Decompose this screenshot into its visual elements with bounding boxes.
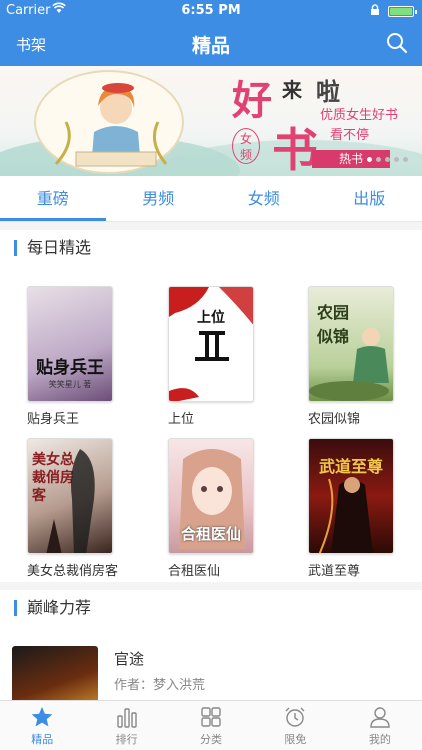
daily-picks-section: 每日精选 贴身兵王 笑笑星儿 著 贴身兵王 上位 上位 农园似锦 农园似锦 美女…	[0, 230, 422, 582]
book-author: 作者：梦入洪荒	[114, 678, 206, 693]
book-card[interactable]: 武道至尊 武道至尊	[308, 438, 418, 579]
person-icon	[370, 707, 390, 728]
book-cover[interactable]: 农园似锦	[308, 286, 394, 402]
cover-art	[318, 477, 373, 553]
bar-chart-icon	[116, 708, 137, 728]
cover-art	[46, 449, 95, 553]
book-title[interactable]: 上位	[168, 408, 278, 427]
tabbar-label: 排行	[115, 733, 138, 746]
tabbar-item-featured[interactable]: 精品	[0, 701, 84, 750]
banner-char: 啦	[316, 77, 340, 106]
carousel-dot[interactable]	[394, 157, 399, 162]
book-card[interactable]: 美女总裁俏房客 美女总裁俏房客	[27, 438, 137, 579]
book-title[interactable]: 合租医仙	[168, 560, 278, 579]
book-title[interactable]: 农园似锦	[308, 408, 418, 427]
status-bar: Carrier 6:55 PM	[0, 0, 422, 22]
nav-bar: 书架 精品	[0, 22, 422, 66]
book-cover[interactable]: 武道至尊	[308, 438, 394, 554]
banner-illustration	[34, 70, 184, 174]
tabbar-item-me[interactable]: 我的	[338, 701, 422, 750]
carousel-dot[interactable]	[367, 157, 372, 162]
tabbar-label: 我的	[368, 733, 391, 746]
carousel-dot[interactable]	[403, 157, 408, 162]
book-cover[interactable]	[12, 646, 98, 706]
list-item[interactable]: 官途 作者：梦入洪荒	[12, 646, 205, 706]
book-card[interactable]: 贴身兵王 笑笑星儿 著 贴身兵王	[27, 286, 137, 427]
cover-title: 上位	[197, 310, 225, 326]
book-card[interactable]: 农园似锦 农园似锦	[308, 286, 418, 427]
search-icon[interactable]	[386, 32, 408, 54]
tabbar-label: 分类	[200, 733, 223, 746]
bottom-tab-bar: 精品 排行 分类 限免 我的	[0, 700, 422, 750]
tab-male[interactable]: 男频	[106, 176, 212, 221]
badge-char: 频	[239, 148, 252, 162]
section-title: 巅峰力荐	[14, 600, 91, 616]
cover-art	[309, 328, 389, 401]
cover-author: 笑笑星儿 著	[48, 380, 92, 389]
star-icon	[31, 707, 53, 727]
peak-recommend-section: 巅峰力荐 官途 作者：梦入洪荒	[0, 590, 422, 706]
cover-art	[169, 287, 253, 401]
page-title: 精品	[191, 35, 230, 57]
book-cover[interactable]: 上位	[168, 286, 254, 402]
tab-heavy[interactable]: 重磅	[0, 176, 106, 221]
grid-icon	[201, 707, 221, 727]
book-cover[interactable]: 合租医仙	[168, 438, 254, 554]
carousel-dot[interactable]	[385, 157, 390, 162]
carousel-dot[interactable]	[376, 157, 381, 162]
book-cover[interactable]: 美女总裁俏房客	[27, 438, 113, 554]
banner-female-badge: 女 频	[232, 128, 260, 164]
banner-char: 来	[282, 78, 302, 102]
tab-publish[interactable]: 出版	[317, 176, 422, 221]
promo-banner[interactable]: 好 来 啦 优质女生好书 看不停 女 频 书 热书	[0, 66, 422, 176]
tab-female[interactable]: 女频	[211, 176, 317, 221]
book-card[interactable]: 合租医仙 合租医仙	[168, 438, 278, 579]
book-title[interactable]: 官途	[114, 648, 144, 669]
section-title: 每日精选	[14, 240, 91, 256]
cover-title: 合租医仙	[180, 525, 241, 543]
status-time: 6:55 PM	[181, 3, 241, 18]
battery-icon	[388, 6, 417, 17]
carousel-dots[interactable]	[363, 147, 408, 166]
book-title[interactable]: 武道至尊	[308, 560, 418, 579]
cover-title: 贴身兵王	[36, 358, 104, 378]
book-title[interactable]: 美女总裁俏房客	[27, 560, 137, 579]
banner-char: 好	[232, 77, 272, 124]
banner-tagline: 看不停	[330, 128, 370, 143]
tabbar-label: 限免	[284, 733, 307, 746]
tabbar-item-ranking[interactable]: 排行	[84, 701, 168, 750]
book-title[interactable]: 贴身兵王	[27, 408, 137, 427]
category-tabs: 重磅 男频 女频 出版	[0, 176, 422, 222]
book-cover[interactable]: 贴身兵王 笑笑星儿 著	[27, 286, 113, 402]
tabbar-label: 精品	[31, 733, 54, 746]
orientation-lock-icon	[371, 4, 379, 15]
tabbar-item-free[interactable]: 限免	[253, 701, 337, 750]
tabbar-item-category[interactable]: 分类	[169, 701, 253, 750]
alarm-clock-icon	[285, 707, 305, 727]
book-card[interactable]: 上位 上位	[168, 286, 278, 427]
banner-tagline: 优质女生好书	[320, 108, 399, 123]
badge-char: 女	[239, 132, 252, 146]
